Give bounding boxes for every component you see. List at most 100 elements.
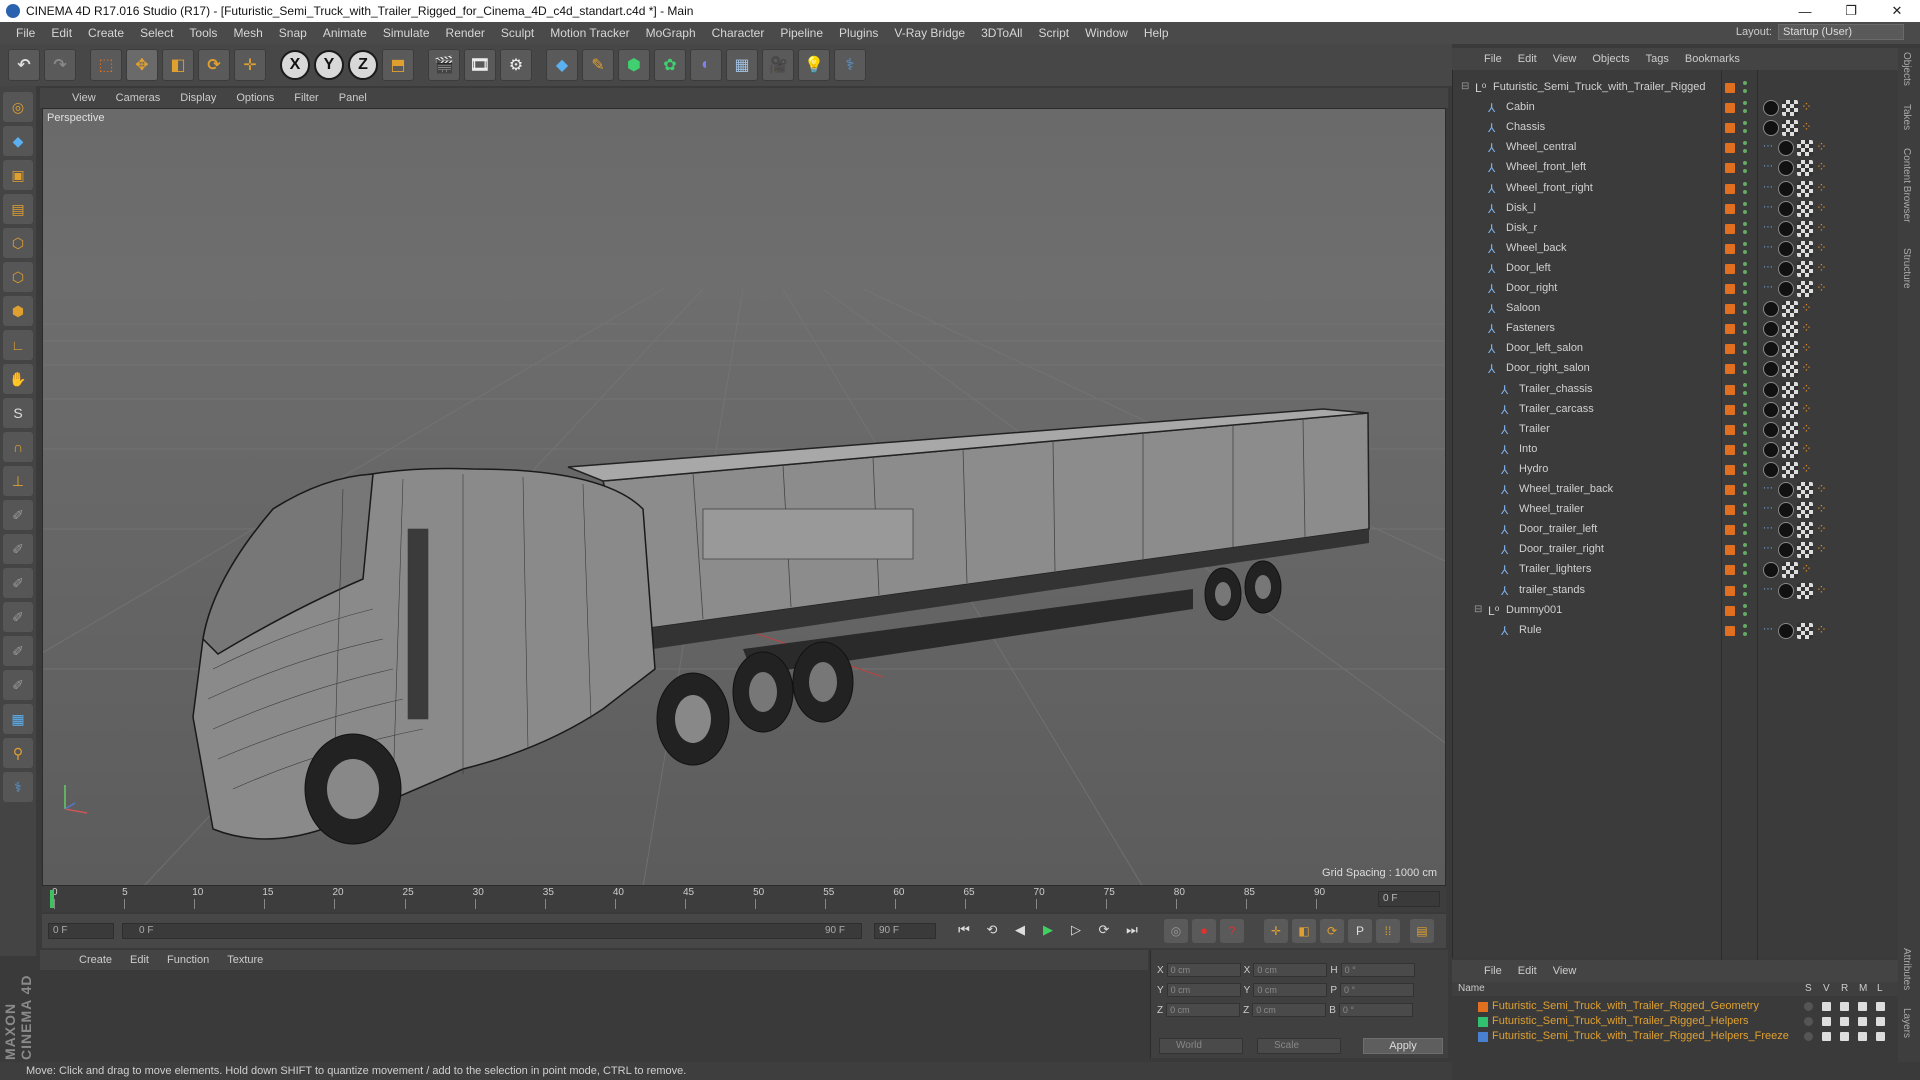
render-visibility-dot[interactable] bbox=[1743, 290, 1747, 294]
go-to-end-icon[interactable]: ⏭ bbox=[1121, 919, 1143, 941]
material-tag-icon[interactable] bbox=[1778, 542, 1794, 559]
texture-tag-icon[interactable] bbox=[1782, 301, 1798, 318]
viewport-menu-cameras[interactable]: Cameras bbox=[108, 92, 169, 104]
material-tag-icon[interactable] bbox=[1763, 341, 1779, 358]
texture-tag-icon[interactable] bbox=[1797, 582, 1813, 599]
points-mode-icon[interactable]: ⬡ bbox=[3, 228, 33, 258]
layer-manager-toggle[interactable] bbox=[1858, 1002, 1867, 1011]
x-axis-button[interactable]: X bbox=[280, 50, 310, 80]
layer-color-swatch[interactable] bbox=[1725, 203, 1735, 214]
phong-tag-icon[interactable]: ⁘ bbox=[1801, 562, 1817, 578]
material-menu-create[interactable]: Create bbox=[70, 954, 121, 966]
move-icon[interactable]: ✥ bbox=[126, 49, 158, 81]
editor-visibility-dot[interactable] bbox=[1743, 141, 1747, 146]
phong-tag-icon[interactable]: ⁘ bbox=[1816, 140, 1832, 156]
scale-icon[interactable]: ◧ bbox=[162, 49, 194, 81]
constraint-tag-icon[interactable]: ⋯ bbox=[1763, 221, 1775, 237]
phong-tag-icon[interactable]: ⁘ bbox=[1816, 582, 1832, 599]
editor-visibility-dot[interactable] bbox=[1743, 282, 1747, 286]
menu-animate[interactable]: Animate bbox=[315, 26, 375, 40]
phong-tag-icon[interactable]: ⁘ bbox=[1801, 361, 1817, 377]
joint-tool-icon[interactable]: ⊥ bbox=[3, 466, 33, 496]
editor-visibility-dot[interactable] bbox=[1743, 483, 1747, 487]
phong-tag-icon[interactable]: ⁘ bbox=[1816, 482, 1832, 498]
object-row[interactable]: ⅄ Door_trailer_right ⋯ ⁘ bbox=[1453, 540, 1899, 560]
layer-color-swatch[interactable] bbox=[1725, 284, 1735, 294]
playhead[interactable] bbox=[50, 890, 54, 908]
object-row[interactable]: ⅄ Trailer_lighters ⁘ bbox=[1453, 560, 1899, 580]
constraint-tag-icon[interactable]: ⋯ bbox=[1763, 160, 1775, 176]
phong-tag-icon[interactable]: ⁘ bbox=[1816, 281, 1832, 297]
subdivision-icon[interactable]: ⬢ bbox=[618, 49, 650, 81]
material-tag-icon[interactable] bbox=[1763, 120, 1779, 137]
python-icon[interactable]: ⚕ bbox=[834, 49, 866, 81]
end-frame-field[interactable]: 90 F bbox=[874, 923, 936, 939]
layer-color-swatch[interactable] bbox=[1478, 1002, 1488, 1012]
apply-button[interactable]: Apply bbox=[1363, 1038, 1443, 1054]
phong-tag-icon[interactable]: ⁘ bbox=[1801, 100, 1817, 116]
texture-tag-icon[interactable] bbox=[1797, 281, 1813, 297]
texture-tag-icon[interactable] bbox=[1782, 321, 1798, 338]
layer-color-swatch[interactable] bbox=[1725, 344, 1735, 355]
menu-mograph[interactable]: MoGraph bbox=[638, 26, 704, 40]
layer-color-swatch[interactable] bbox=[1725, 143, 1735, 154]
layer-solo-toggle[interactable] bbox=[1804, 1002, 1813, 1011]
menu-v-ray-bridge[interactable]: V-Ray Bridge bbox=[886, 26, 973, 40]
restore-icon[interactable]: ❐ bbox=[1828, 0, 1874, 22]
editor-visibility-dot[interactable] bbox=[1743, 322, 1747, 327]
undo-icon[interactable]: ↶ bbox=[8, 49, 40, 81]
magnet-icon[interactable]: ∩ bbox=[3, 432, 33, 462]
layer-render-toggle[interactable] bbox=[1840, 1002, 1849, 1011]
material-tag-icon[interactable] bbox=[1778, 281, 1794, 297]
grid-tool-icon[interactable]: ▦ bbox=[3, 704, 33, 734]
phong-tag-icon[interactable]: ⁘ bbox=[1801, 461, 1817, 478]
object-row[interactable]: ⅄ trailer_stands ⋯ ⁘ bbox=[1453, 581, 1899, 601]
phong-tag-icon[interactable]: ⁘ bbox=[1801, 401, 1817, 418]
sculpt-brush-icon[interactable]: ✐ bbox=[3, 500, 33, 530]
object-row[interactable]: ⅄ Wheel_trailer ⋯ ⁘ bbox=[1453, 500, 1899, 520]
render-visibility-dot[interactable] bbox=[1743, 330, 1747, 335]
layer-color-swatch[interactable] bbox=[1725, 464, 1735, 475]
material-tag-icon[interactable] bbox=[1778, 200, 1794, 217]
coord-position-field[interactable]: 0 cm bbox=[1166, 963, 1241, 977]
coord-size-field[interactable]: 0 cm bbox=[1253, 983, 1328, 997]
key-scale-icon[interactable]: ◧ bbox=[1292, 919, 1316, 943]
layer-color-swatch[interactable] bbox=[1725, 83, 1735, 93]
object-row[interactable]: ⅄ Into ⁘ bbox=[1453, 440, 1899, 460]
layer-locked-toggle[interactable] bbox=[1876, 1002, 1885, 1011]
material-tag-icon[interactable] bbox=[1778, 522, 1794, 539]
constraint-tag-icon[interactable]: ⋯ bbox=[1763, 241, 1775, 257]
texture-mode-icon[interactable]: ▣ bbox=[3, 160, 33, 190]
layer-visible-toggle[interactable] bbox=[1822, 1032, 1831, 1041]
texture-tag-icon[interactable] bbox=[1797, 622, 1813, 639]
material-tag-icon[interactable] bbox=[1763, 321, 1779, 338]
material-tag-icon[interactable] bbox=[1778, 220, 1794, 237]
key-rotation-icon[interactable]: ⟳ bbox=[1320, 919, 1344, 943]
layer-color-swatch[interactable] bbox=[1478, 1017, 1488, 1027]
render-visibility-dot[interactable] bbox=[1743, 531, 1747, 536]
phong-tag-icon[interactable]: ⁘ bbox=[1816, 160, 1832, 176]
tab-objects[interactable]: Objects bbox=[1901, 52, 1912, 86]
object-row[interactable]: ⅄ Door_right ⋯ ⁘ bbox=[1453, 279, 1899, 299]
render-visibility-dot[interactable] bbox=[1743, 189, 1747, 194]
texture-tag-icon[interactable] bbox=[1797, 240, 1813, 257]
object-row[interactable]: ⅄ Wheel_trailer_back ⋯ ⁘ bbox=[1453, 480, 1899, 500]
layer-color-swatch[interactable] bbox=[1725, 525, 1735, 536]
sculpt-grab-icon[interactable]: ✐ bbox=[3, 670, 33, 700]
material-tag-icon[interactable] bbox=[1778, 140, 1794, 157]
editor-visibility-dot[interactable] bbox=[1743, 422, 1747, 427]
model-mode-icon[interactable]: ◆ bbox=[3, 126, 33, 156]
menu-window[interactable]: Window bbox=[1077, 26, 1136, 40]
layer-color-swatch[interactable] bbox=[1725, 384, 1735, 395]
object-row[interactable]: ⅄ Trailer_carcass ⁘ bbox=[1453, 400, 1899, 420]
layer-row[interactable]: Futuristic_Semi_Truck_with_Trailer_Rigge… bbox=[1452, 999, 1898, 1014]
material-tag-icon[interactable] bbox=[1778, 482, 1794, 498]
menu-create[interactable]: Create bbox=[80, 26, 132, 40]
render-picture-viewer-icon[interactable]: 🎞 bbox=[464, 49, 496, 81]
layer-color-swatch[interactable] bbox=[1725, 223, 1735, 234]
render-settings-icon[interactable]: ⚙ bbox=[500, 49, 532, 81]
render-visibility-dot[interactable] bbox=[1743, 591, 1747, 596]
editor-visibility-dot[interactable] bbox=[1743, 442, 1747, 447]
coordinate-mode-dropdown[interactable]: Scale bbox=[1257, 1038, 1341, 1054]
coord-size-field[interactable]: 0 cm bbox=[1253, 963, 1328, 977]
